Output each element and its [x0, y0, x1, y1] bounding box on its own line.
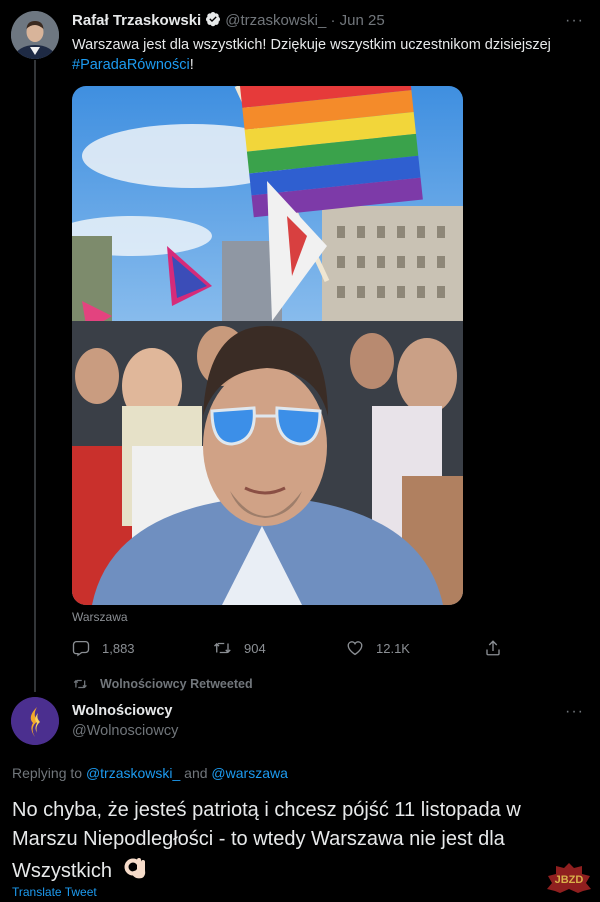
like-button[interactable]: 12.1K	[346, 638, 410, 658]
tweet-text: Warszawa jest dla wszystkich! Dziękuje w…	[72, 35, 584, 75]
tweet-text: No chyba, że jesteś patriotą i chcesz pó…	[12, 796, 588, 889]
tweet-date[interactable]: Jun 25	[340, 12, 385, 29]
retweet-count: 904	[244, 640, 266, 656]
tweet-header: Rafał Trzaskowski @trzaskowski_ · Jun 25	[72, 11, 385, 31]
wolnosciowcy-avatar[interactable]	[11, 697, 59, 745]
jbzd-watermark-logo: JBZD	[547, 863, 591, 893]
watermark-text: JBZD	[555, 874, 584, 886]
retweet-context[interactable]: Wolnościowcy Retweeted	[72, 677, 253, 691]
photo-caption: Warszawa	[72, 610, 128, 624]
retweet-button[interactable]: 904	[212, 638, 266, 658]
dot-separator: ·	[330, 12, 336, 29]
like-icon	[347, 641, 363, 656]
tweet-text-body: No chyba, że jesteś patriotą i chcesz pó…	[12, 799, 521, 882]
share-button[interactable]	[484, 638, 514, 658]
retweet-icon	[214, 642, 231, 654]
mention-link[interactable]: @warszawa	[211, 765, 287, 781]
tweet-photo[interactable]	[72, 86, 463, 605]
author-handle[interactable]: @Wolnosciowcy	[72, 723, 178, 739]
more-icon[interactable]: ···	[565, 703, 584, 721]
mention-link[interactable]: @trzaskowski_	[86, 765, 180, 781]
hashtag-link[interactable]: #ParadaRówności	[72, 57, 190, 73]
retweet-context-icon	[73, 679, 87, 689]
translate-tweet-link[interactable]: Translate Tweet	[12, 885, 97, 899]
replying-and: and	[184, 765, 208, 781]
reply-icon	[72, 640, 90, 657]
author-name[interactable]: Wolnościowcy	[72, 703, 172, 719]
avatar-portrait	[11, 11, 59, 59]
reply-count: 1,883	[102, 640, 135, 656]
reply-button[interactable]: 1,883	[72, 638, 135, 658]
replying-to: Replying to @trzaskowski_ and @warszawa	[12, 765, 288, 781]
like-count: 12.1K	[376, 640, 410, 656]
verified-badge-icon	[205, 11, 221, 31]
thread-connector-line	[34, 60, 36, 692]
ok-hand-emoji	[122, 854, 148, 889]
tweet-text-end: !	[189, 57, 194, 73]
retweet-context-label: Wolnościowcy Retweeted	[100, 677, 253, 691]
replying-prefix: Replying to	[12, 765, 83, 781]
flame-logo-icon	[11, 697, 59, 745]
share-icon	[486, 640, 500, 656]
author-name[interactable]: Rafał Trzaskowski	[72, 12, 201, 29]
author-handle[interactable]: @trzaskowski_	[225, 12, 326, 29]
selfie-crowd-image	[72, 86, 463, 605]
tweet-text-body: Warszawa jest dla wszystkich! Dziękuje w…	[72, 37, 551, 53]
author-avatar[interactable]	[11, 11, 59, 59]
more-icon[interactable]: ···	[565, 12, 584, 30]
